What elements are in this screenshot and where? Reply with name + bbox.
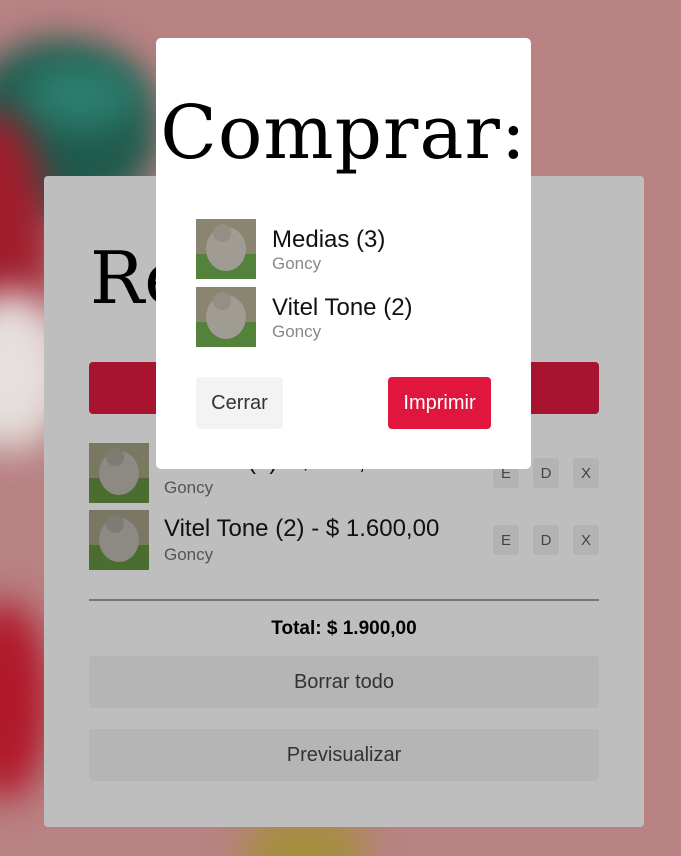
close-button[interactable]: Cerrar <box>196 377 283 429</box>
duplicate-button[interactable]: D <box>533 525 559 555</box>
remove-button[interactable]: X <box>573 458 599 488</box>
preview-button[interactable]: Previsualizar <box>89 729 599 781</box>
duplicate-button[interactable]: D <box>533 458 559 488</box>
cart-item-seller: Goncy <box>164 545 214 564</box>
cart-item-name: Vitel Tone (2) - $ 1.600,00 <box>164 515 440 542</box>
cart-item-seller: Goncy <box>164 478 214 497</box>
divider <box>89 599 599 601</box>
cart-total: Total: $ 1.900,00 <box>271 618 417 639</box>
clear-all-button[interactable]: Borrar todo <box>89 656 599 708</box>
modal-item-name: Vitel Tone (2) <box>272 294 413 321</box>
remove-button[interactable]: X <box>573 525 599 555</box>
item-thumbnail <box>89 443 149 503</box>
edit-button[interactable]: E <box>493 525 519 555</box>
item-thumbnail <box>196 219 256 279</box>
modal-item: Medias (3) Goncy <box>196 219 496 279</box>
cart-item: Vitel Tone (2) - $ 1.600,00 Goncy E D X <box>89 510 599 570</box>
purchase-modal: Comprar: Medias (3) Goncy Vitel Tone (2)… <box>156 38 531 469</box>
modal-item-seller: Goncy <box>272 254 322 273</box>
modal-item: Vitel Tone (2) Goncy <box>196 287 496 347</box>
item-thumbnail <box>196 287 256 347</box>
item-thumbnail <box>89 510 149 570</box>
print-button[interactable]: Imprimir <box>388 377 491 429</box>
modal-item-name: Medias (3) <box>272 226 386 253</box>
modal-title: Comprar: <box>160 90 527 176</box>
modal-item-seller: Goncy <box>272 322 322 341</box>
